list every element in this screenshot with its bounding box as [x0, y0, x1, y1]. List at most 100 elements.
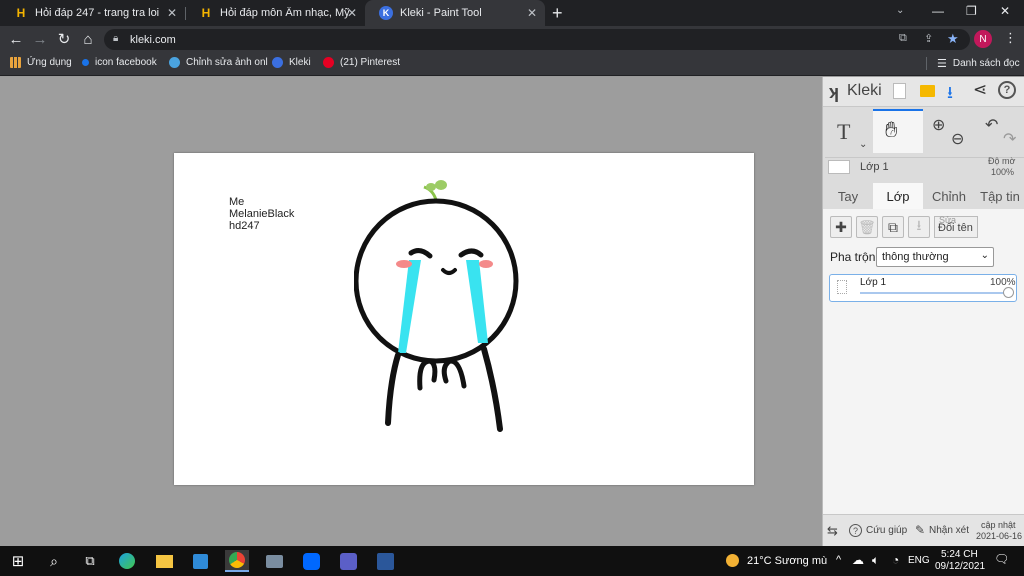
- bookmark-pinterest[interactable]: (21) Pinterest: [323, 57, 400, 68]
- tab-kleki[interactable]: K Kleki - Paint Tool ✕: [365, 0, 545, 26]
- edge-icon[interactable]: [119, 553, 135, 569]
- windows-start-icon[interactable]: ⊞: [6, 550, 30, 572]
- translate-icon[interactable]: ⧉: [899, 32, 907, 45]
- hand-icon: ✋︎: [885, 117, 898, 142]
- merge-down-button[interactable]: ⭳: [908, 216, 930, 238]
- blend-mode-select[interactable]: thông thường ⌄: [876, 247, 994, 267]
- delete-layer-button[interactable]: 🗑︎: [856, 216, 878, 238]
- menu-icon[interactable]: ⋮: [1004, 30, 1017, 46]
- bookmark-label: Kleki: [289, 57, 311, 68]
- new-tab-button[interactable]: +: [552, 3, 563, 24]
- zalo-icon[interactable]: [302, 552, 320, 570]
- canvas-workspace[interactable]: Me MelanieBlack hd247: [0, 77, 822, 546]
- cloud-icon[interactable]: ☁: [852, 553, 864, 567]
- profile-avatar[interactable]: N: [974, 30, 992, 48]
- rename-layer-button[interactable]: Sửa Đổi tên: [934, 215, 978, 238]
- brand-name: Kleki: [847, 82, 882, 99]
- add-layer-button[interactable]: ✚: [830, 216, 852, 238]
- blend-mode-value: thông thường: [882, 251, 949, 263]
- open-folder-icon[interactable]: [920, 85, 935, 97]
- redo-icon[interactable]: ↷: [1003, 129, 1016, 149]
- pinterest-icon: [323, 57, 334, 68]
- layer-list-item[interactable]: Lớp 1 100%: [829, 274, 1017, 302]
- bookmark-kleki[interactable]: Kleki: [272, 57, 311, 68]
- layer-thumbnail: [837, 280, 847, 294]
- clock-date[interactable]: 09/12/2021: [935, 561, 985, 572]
- reading-list[interactable]: ☰ Danh sách đọc: [926, 57, 1020, 70]
- tab-strip: H Hỏi đáp 247 - trang tra loi ✕ H Hỏi đá…: [0, 0, 1024, 26]
- tab-lop[interactable]: Lớp: [873, 183, 923, 209]
- minimize-icon[interactable]: —: [932, 4, 944, 18]
- tab-title: Kleki - Paint Tool: [400, 7, 482, 19]
- layer-opacity-handle[interactable]: [1003, 287, 1014, 298]
- zoom-out-icon[interactable]: ⊖: [951, 129, 964, 149]
- bookmark-icon-facebook[interactable]: icon facebook: [82, 57, 157, 68]
- zoom-in-icon[interactable]: ⊕: [932, 115, 945, 135]
- tab-chinh[interactable]: Chỉnh: [925, 183, 973, 209]
- tab-search-icon[interactable]: ⌄: [896, 5, 904, 16]
- back-icon[interactable]: ←: [6, 29, 26, 49]
- close-tab-icon[interactable]: ✕: [167, 6, 177, 20]
- help-icon[interactable]: ?: [998, 81, 1016, 99]
- current-layer-name: Lớp 1: [860, 161, 889, 173]
- clock-time[interactable]: 5:24 CH: [941, 549, 978, 560]
- camera-icon[interactable]: [265, 554, 283, 568]
- close-window-icon[interactable]: ✕: [1000, 4, 1010, 18]
- bookmark-label: Chỉnh sửa ảnh onl: [186, 57, 268, 68]
- undo-icon[interactable]: ↶: [985, 115, 998, 135]
- store-icon[interactable]: [192, 553, 208, 569]
- close-tab-icon[interactable]: ✕: [527, 6, 537, 20]
- tab-title: Hỏi đáp 247 - trang tra loi: [35, 7, 160, 19]
- bookmark-apps[interactable]: Ứng dụng: [10, 57, 72, 68]
- drawing-canvas[interactable]: Me MelanieBlack hd247: [174, 153, 754, 485]
- tab-hoidap247[interactable]: H Hỏi đáp 247 - trang tra loi ✕: [0, 0, 185, 26]
- restore-icon[interactable]: ❐: [966, 4, 977, 18]
- tab-tap-tin[interactable]: Tập tin: [975, 183, 1024, 209]
- share-icon[interactable]: ⋖: [973, 80, 987, 100]
- hoidap-favicon-icon: H: [201, 6, 211, 20]
- duplicate-layer-button[interactable]: ⧉: [882, 216, 904, 238]
- wifi-icon[interactable]: ◔: [892, 553, 899, 567]
- weather-text[interactable]: 21°C Sương mù: [747, 555, 827, 567]
- new-image-icon[interactable]: [893, 83, 906, 99]
- close-tab-icon[interactable]: ✕: [347, 6, 357, 20]
- forward-icon[interactable]: →: [30, 29, 50, 49]
- search-icon[interactable]: ⌕: [42, 550, 66, 572]
- volume-icon[interactable]: 🔈︎: [872, 553, 879, 568]
- language-indicator[interactable]: ENG: [908, 555, 930, 566]
- notification-icon[interactable]: 🗨︎: [994, 552, 1009, 566]
- home-icon[interactable]: ⌂: [78, 29, 98, 49]
- feedback-button[interactable]: Nhận xét: [929, 525, 969, 536]
- chevron-up-icon[interactable]: ^: [836, 554, 841, 566]
- hand-tool-button[interactable]: ✋︎: [873, 109, 923, 153]
- reload-icon[interactable]: ↻: [54, 29, 74, 49]
- url-text: kleki.com: [130, 33, 176, 46]
- reading-list-icon: ☰: [937, 58, 947, 70]
- chrome-icon[interactable]: [229, 552, 245, 568]
- bookmarks-bar: Ứng dụng icon facebook Chỉnh sửa ảnh onl…: [0, 52, 1024, 76]
- address-bar[interactable]: 🔒︎ kleki.com ⧉ ⇪ ★: [104, 29, 970, 50]
- text-tool-button[interactable]: T: [837, 119, 850, 145]
- reading-list-label: Danh sách đọc: [952, 58, 1020, 69]
- canvas-text-line: MelanieBlack: [229, 208, 295, 220]
- help-button[interactable]: Cứu giúp: [866, 525, 907, 536]
- bookmark-chinh-sua[interactable]: Chỉnh sửa ảnh onl: [169, 57, 268, 68]
- share-icon[interactable]: ⇪: [924, 32, 933, 45]
- word-icon[interactable]: [376, 552, 394, 570]
- comment-pen-icon: ✎: [915, 523, 926, 537]
- bookmark-star-icon[interactable]: ★: [947, 31, 959, 47]
- chevron-down-icon[interactable]: ⌄: [859, 139, 867, 150]
- layer-thumbnail: [828, 160, 850, 174]
- file-explorer-icon[interactable]: [155, 554, 173, 568]
- task-view-icon[interactable]: ⧉: [78, 550, 102, 572]
- blend-mode-label: Pha trộn: [830, 250, 876, 264]
- download-icon[interactable]: ⭳: [947, 80, 953, 109]
- help-circle-icon: ?: [849, 524, 862, 537]
- tab-am-nhac[interactable]: H Hỏi đáp môn Âm nhạc, Mỹ thuật ✕: [185, 0, 365, 26]
- windows-taskbar: ⊞ ⌕ ⧉ 21°C Sương mù ^ ☁ 🔈︎ ◔ ENG 5:24 CH…: [0, 546, 1024, 576]
- update-date: 2021-06-16: [976, 531, 1023, 541]
- kleki-icon: [272, 57, 283, 68]
- tab-tay[interactable]: Tay: [825, 183, 871, 209]
- swap-side-icon[interactable]: ⇆: [827, 523, 838, 539]
- teams-icon[interactable]: [339, 552, 357, 570]
